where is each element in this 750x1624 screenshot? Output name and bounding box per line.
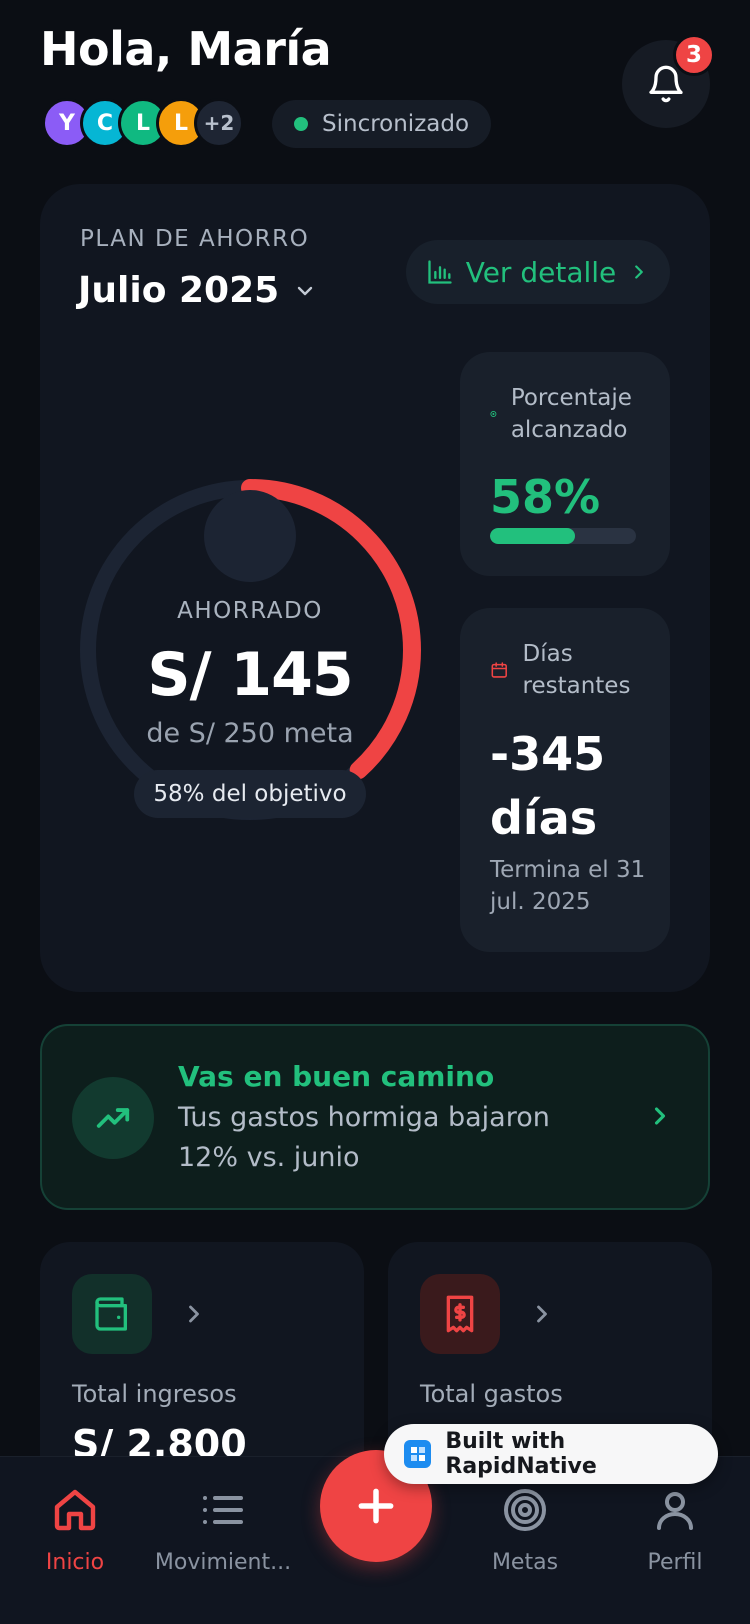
end-date-label: Termina el 31 jul. 2025 [490,857,646,915]
percent-card-title: Porcentaje alcanzado [510,385,632,443]
receipt-icon [446,1295,474,1333]
sync-dot-icon [294,117,308,131]
calendar-icon [491,662,507,678]
insight-title: Vas en buen camino [178,1060,495,1093]
percent-reached-card: Porcentaje alcanzado 58% [460,352,670,576]
chevron-right-icon [537,1305,547,1323]
bar-chart-icon [428,260,452,284]
chevron-right-icon [654,1107,666,1125]
days-remaining-card: Días restantes -345 días Termina el 31 j… [460,608,670,952]
view-detail-button[interactable]: Ver detalle [406,240,670,304]
saved-goal: de S/ 250 meta [146,718,354,749]
home-icon [54,1489,96,1531]
expense-label: Total gastos [420,1380,563,1408]
notifications-badge: 3 [673,34,715,76]
percent-value: 58% [490,470,601,524]
nav-profile-label: Perfil [647,1550,703,1575]
user-icon [657,1492,693,1530]
sync-status-label: Sincronizado [322,111,470,137]
avatar-more-count: +2 [194,98,244,148]
built-with-badge[interactable]: Built with RapidNative [384,1424,718,1484]
target-icon [504,1489,546,1531]
wallet-icon [95,1297,128,1331]
days-value: -345 días [490,727,606,845]
greeting-title: Hola, María [40,22,332,76]
nav-goals[interactable]: Metas [450,1482,600,1575]
ring-knob [204,490,296,582]
plus-icon [358,1488,394,1524]
chevron-right-icon [189,1305,199,1323]
nav-movements[interactable]: Movimient... [148,1482,298,1575]
member-avatars[interactable]: Y C L L +2 [42,98,244,148]
income-label: Total ingresos [72,1380,237,1408]
chevron-down-icon [297,286,313,295]
saved-label: AHORRADO [177,598,323,624]
goal-percent-pill: 58% del objetivo [134,770,366,818]
expense-icon-wrap [420,1274,500,1354]
list-icon [203,1496,243,1524]
trending-up-icon [96,1108,130,1128]
month-label: Julio 2025 [78,270,280,311]
insight-icon-wrap [72,1077,154,1159]
insight-text: Tus gastos hormiga bajaron 12% vs. junio [178,1102,550,1173]
income-card[interactable]: Total ingresos S/ 2,800 [40,1242,364,1492]
plan-label: PLAN DE AHORRO [80,226,310,252]
saved-amount: S/ 145 [147,640,353,710]
days-card-title: Días restantes [522,641,631,699]
target-dot-icon [490,411,497,417]
built-with-label: Built with RapidNative [445,1429,597,1479]
chevron-right-icon [635,265,644,279]
percent-progress-fill [490,528,575,544]
sync-status-pill: Sincronizado [272,100,492,148]
nav-home-label: Inicio [45,1550,105,1575]
nav-goals-label: Metas [491,1550,559,1575]
rapidnative-logo-icon [404,1440,432,1468]
month-selector[interactable]: Julio 2025 [78,270,317,311]
nav-profile[interactable]: Perfil [600,1482,750,1575]
percent-progress-bar [490,528,636,544]
nav-movements-label: Movimient... [154,1550,292,1575]
income-icon-wrap [72,1274,152,1354]
nav-home[interactable]: Inicio [0,1482,150,1575]
view-detail-label: Ver detalle [465,255,617,289]
